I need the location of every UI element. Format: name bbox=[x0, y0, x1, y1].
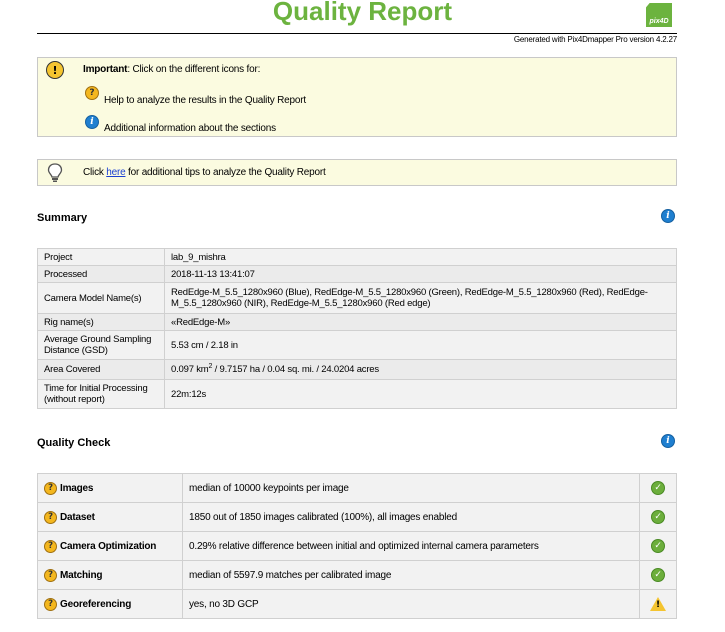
tip-prefix: Click bbox=[83, 167, 107, 178]
check-value: yes, no 3D GCP bbox=[182, 589, 640, 619]
check-value: 0.29% relative difference between initia… bbox=[182, 531, 640, 561]
header-divider bbox=[37, 33, 677, 34]
area-value-rest: / 9.7157 ha / 0.04 sq. mi. / 24.0204 acr… bbox=[212, 364, 379, 376]
important-box: ! Important: Click on the different icon… bbox=[37, 57, 677, 137]
summary-key: Processed bbox=[37, 265, 165, 283]
help-icon[interactable]: ? bbox=[44, 539, 57, 553]
status-cell: ✓ bbox=[639, 560, 677, 590]
table-row: ? Matching median of 5597.9 matches per c… bbox=[37, 560, 677, 590]
summary-key: Camera Model Name(s) bbox=[37, 282, 165, 314]
check-name-cell: ? Georeferencing bbox=[37, 589, 183, 619]
summary-value: 0.097 km2 / 9.7157 ha / 0.04 sq. mi. / 2… bbox=[164, 359, 677, 380]
summary-key: Rig name(s) bbox=[37, 313, 165, 331]
status-cell: ! bbox=[639, 589, 677, 619]
area-value-main: 0.097 km bbox=[171, 364, 209, 376]
check-name: Dataset bbox=[60, 511, 95, 523]
info-description: Additional information about the section… bbox=[104, 123, 276, 134]
check-name: Matching bbox=[60, 569, 103, 581]
summary-key: Time for Initial Processing (without rep… bbox=[37, 379, 165, 409]
help-icon[interactable]: ? bbox=[44, 597, 57, 611]
important-line: Important: Click on the different icons … bbox=[83, 64, 260, 75]
table-row: ? Georeferencing yes, no 3D GCP ! bbox=[37, 589, 677, 619]
lightbulb-icon bbox=[47, 163, 63, 182]
table-row: Rig name(s) «RedEdge-M» bbox=[37, 313, 677, 331]
summary-info-icon[interactable]: i bbox=[661, 209, 675, 223]
summary-table: Project lab_9_mishra Processed 2018-11-1… bbox=[37, 248, 677, 409]
quality-check-info-icon[interactable]: i bbox=[661, 434, 675, 448]
checkmark-icon: ✓ bbox=[651, 539, 665, 553]
table-row: Area Covered 0.097 km2 / 9.7157 ha / 0.0… bbox=[37, 359, 677, 380]
tip-suffix: for additional tips to analyze the Quali… bbox=[125, 167, 326, 178]
checkmark-icon: ✓ bbox=[651, 510, 665, 524]
check-name-cell: ? Dataset bbox=[37, 502, 183, 532]
check-name-cell: ? Images bbox=[37, 473, 183, 503]
warning-icon: ! bbox=[650, 597, 666, 611]
status-cell: ✓ bbox=[639, 473, 677, 503]
important-text: : Click on the different icons for: bbox=[127, 64, 261, 75]
check-value: 1850 out of 1850 images calibrated (100%… bbox=[182, 502, 640, 532]
check-name: Camera Optimization bbox=[60, 540, 157, 552]
info-icon[interactable]: i bbox=[85, 115, 99, 129]
table-row: ? Dataset 1850 out of 1850 images calibra… bbox=[37, 502, 677, 532]
status-cell: ✓ bbox=[639, 502, 677, 532]
table-row: Average Ground Sampling Distance (GSD) 5… bbox=[37, 330, 677, 360]
here-link[interactable]: here bbox=[106, 167, 125, 178]
summary-value: lab_9_mishra bbox=[164, 248, 677, 266]
checkmark-icon: ✓ bbox=[651, 481, 665, 495]
summary-value: RedEdge-M_5.5_1280x960 (Blue), RedEdge-M… bbox=[164, 282, 677, 314]
pix4d-logo: pix4D bbox=[646, 3, 672, 27]
quality-check-heading: Quality Check bbox=[37, 437, 111, 449]
summary-value: «RedEdge-M» bbox=[164, 313, 677, 331]
summary-value: 2018-11-13 13:41:07 bbox=[164, 265, 677, 283]
exclamation-icon: ! bbox=[46, 61, 64, 79]
generated-with-text: Generated with Pix4Dmapper Pro version 4… bbox=[513, 35, 677, 44]
table-row: Time for Initial Processing (without rep… bbox=[37, 379, 677, 409]
check-value: median of 5597.9 matches per calibrated … bbox=[182, 560, 640, 590]
table-row: Camera Model Name(s) RedEdge-M_5.5_1280x… bbox=[37, 282, 677, 314]
status-cell: ✓ bbox=[639, 531, 677, 561]
help-icon[interactable]: ? bbox=[44, 510, 57, 524]
summary-key: Area Covered bbox=[37, 359, 165, 380]
summary-key: Average Ground Sampling Distance (GSD) bbox=[37, 330, 165, 360]
check-value: median of 10000 keypoints per image bbox=[182, 473, 640, 503]
table-row: Project lab_9_mishra bbox=[37, 248, 677, 266]
help-icon[interactable]: ? bbox=[44, 568, 57, 582]
tip-box: Click here for additional tips to analyz… bbox=[37, 159, 677, 186]
table-row: Processed 2018-11-13 13:41:07 bbox=[37, 265, 677, 283]
important-label: Important bbox=[83, 64, 128, 75]
help-icon[interactable]: ? bbox=[44, 481, 57, 495]
quality-check-table: ? Images median of 10000 keypoints per im… bbox=[37, 473, 677, 619]
help-description: Help to analyze the results in the Quali… bbox=[104, 95, 306, 106]
checkmark-icon: ✓ bbox=[651, 568, 665, 582]
summary-value: 22m:12s bbox=[164, 379, 677, 409]
table-row: ? Images median of 10000 keypoints per im… bbox=[37, 473, 677, 503]
summary-key: Project bbox=[37, 248, 165, 266]
check-name: Images bbox=[60, 482, 94, 494]
check-name: Georeferencing bbox=[60, 598, 132, 610]
check-name-cell: ? Camera Optimization bbox=[37, 531, 183, 561]
check-name-cell: ? Matching bbox=[37, 560, 183, 590]
page-title: Quality Report bbox=[272, 0, 453, 26]
tip-text: Click here for additional tips to analyz… bbox=[83, 167, 326, 178]
table-row: ? Camera Optimization 0.29% relative diff… bbox=[37, 531, 677, 561]
summary-value: 5.53 cm / 2.18 in bbox=[164, 330, 677, 360]
summary-heading: Summary bbox=[37, 212, 88, 224]
help-icon[interactable]: ? bbox=[85, 86, 99, 100]
